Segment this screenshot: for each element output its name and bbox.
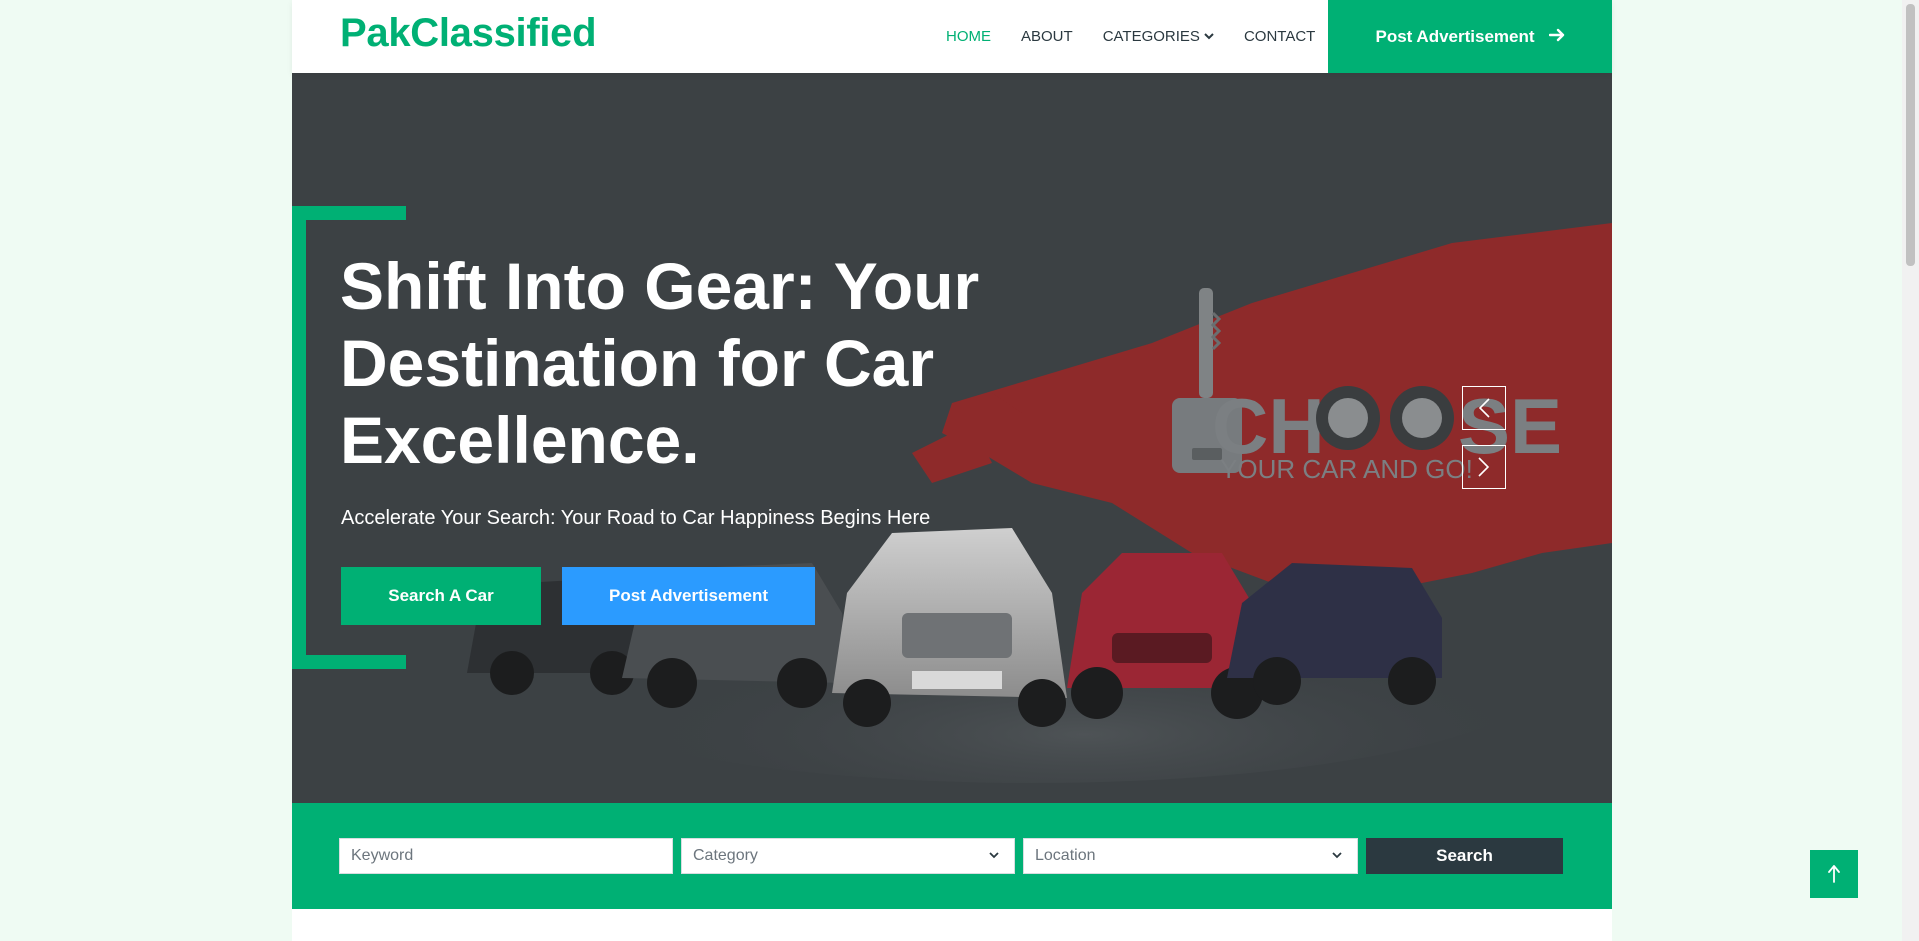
- location-selected-value: Location: [1035, 847, 1096, 864]
- post-advertisement-label: Post Advertisement: [1375, 26, 1535, 46]
- scrollbar-thumb[interactable]: [1906, 4, 1915, 266]
- chevron-down-icon: [989, 852, 999, 859]
- nav-item-label: CONTACT: [1243, 28, 1316, 45]
- keyword-input[interactable]: Keyword: [339, 838, 673, 874]
- nav-item-about[interactable]: ABOUT: [1021, 28, 1073, 45]
- chevron-right-icon: [1478, 457, 1490, 477]
- nav-links: HOME ABOUT CATEGORIES CONTACT: [946, 0, 1345, 73]
- keyword-placeholder: Keyword: [351, 847, 414, 864]
- arrow-up-icon: [1828, 865, 1840, 883]
- page: PakClassified HOME ABOUT CATEGORIES CONT…: [292, 0, 1612, 941]
- carousel-prev-button[interactable]: [1462, 386, 1506, 430]
- back-to-top-button[interactable]: [1810, 850, 1858, 898]
- nav-item-label: CATEGORIES: [1102, 28, 1200, 45]
- brand-logo[interactable]: PakClassified: [340, 11, 597, 56]
- page-scrollbar[interactable]: [1902, 0, 1919, 941]
- post-advertisement-button[interactable]: Post Advertisement: [1328, 0, 1612, 73]
- hero-carousel: CH SE YOUR CAR AND GO! Shift Into Gear: …: [292, 73, 1612, 803]
- hero-post-advertisement-button[interactable]: Post Advertisement: [562, 567, 815, 625]
- navbar: PakClassified HOME ABOUT CATEGORIES CONT…: [292, 0, 1612, 73]
- banner-tagline-art: YOUR CAR AND GO!: [1220, 454, 1473, 484]
- nav-item-contact[interactable]: CONTACT: [1244, 28, 1315, 45]
- chevron-down-icon: [1332, 852, 1342, 859]
- nav-item-label: HOME: [946, 28, 991, 45]
- search-bar: Keyword Category Location Search: [292, 803, 1612, 909]
- hero-title: Shift Into Gear: Your Destination for Ca…: [340, 249, 980, 477]
- search-button[interactable]: Search: [1366, 838, 1563, 874]
- carousel-next-button[interactable]: [1462, 445, 1506, 489]
- arrow-right-icon: [1548, 26, 1565, 47]
- chevron-left-icon: [1478, 398, 1490, 418]
- category-select[interactable]: Category: [681, 838, 1015, 874]
- hero-subtitle: Accelerate Your Search: Your Road to Car…: [341, 507, 931, 529]
- nav-item-categories[interactable]: CATEGORIES: [1103, 28, 1214, 45]
- search-a-car-button[interactable]: Search A Car: [341, 567, 541, 625]
- nav-item-home[interactable]: HOME: [946, 28, 991, 45]
- category-selected-value: Category: [693, 847, 758, 864]
- nav-item-label: ABOUT: [1021, 28, 1073, 45]
- location-select[interactable]: Location: [1023, 838, 1358, 874]
- chevron-down-icon: [1204, 32, 1214, 43]
